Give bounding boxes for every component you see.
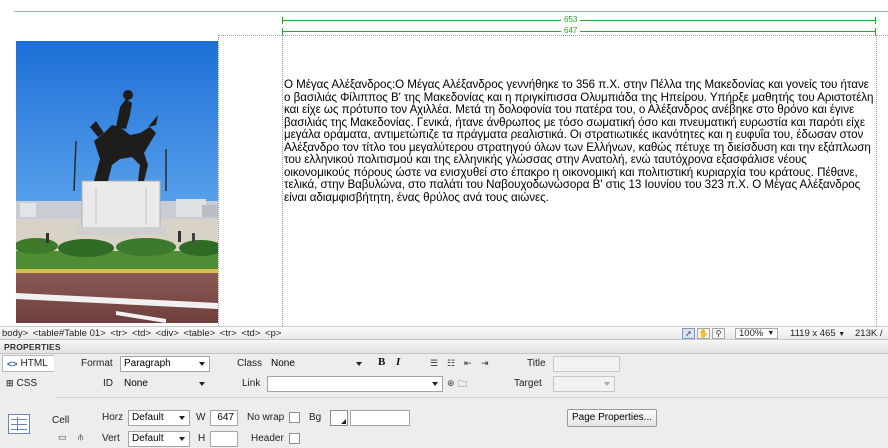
- zoom-tool-icon[interactable]: ⚲: [712, 328, 725, 339]
- ordered-list-icon[interactable]: ☷: [447, 358, 455, 369]
- nowrap-label: No wrap: [247, 412, 285, 423]
- chevron-down-icon: [199, 382, 205, 386]
- tag-td[interactable]: <td>: [132, 328, 151, 339]
- table-border-left: [218, 35, 219, 326]
- vert-select[interactable]: Default: [128, 431, 190, 447]
- hand-tool-icon[interactable]: ✋: [697, 328, 710, 339]
- browse-folder-icon[interactable]: 🗀: [458, 377, 467, 393]
- zoom-value: 100%: [739, 328, 764, 339]
- tag-body[interactable]: body>: [2, 328, 28, 339]
- properties-title: PROPERTIES: [4, 342, 61, 352]
- class-value: None: [271, 358, 295, 369]
- chevron-down-icon: [356, 362, 362, 366]
- view-tools: ➚ ✋ ⚲: [682, 328, 725, 339]
- table-width-value: 653: [561, 15, 581, 24]
- id-select[interactable]: None: [120, 376, 210, 392]
- bg-label: Bg: [309, 412, 322, 423]
- properties-panel: <> HTML ⊞ CSS Format Paragraph Class Non…: [0, 354, 888, 448]
- table-border-top: [218, 35, 888, 36]
- horz-value: Default: [132, 412, 164, 423]
- table-cell-icon: [8, 414, 30, 434]
- horz-label: Horz: [102, 412, 124, 423]
- link-label: Link: [242, 378, 261, 389]
- bg-color-picker[interactable]: [330, 410, 348, 426]
- tab-css-label: CSS: [16, 378, 38, 389]
- tag-td-inner[interactable]: <td>: [241, 328, 260, 339]
- tag-p[interactable]: <p>: [265, 328, 281, 339]
- chevron-down-icon: [179, 437, 185, 441]
- header-checkbox[interactable]: [289, 433, 300, 444]
- tab-html[interactable]: <> HTML: [2, 355, 54, 372]
- width-field[interactable]: 647: [210, 410, 238, 426]
- nowrap-checkbox[interactable]: [289, 412, 300, 423]
- format-select[interactable]: Paragraph: [120, 356, 210, 372]
- w-label: W: [196, 412, 206, 423]
- cell-label: Cell: [52, 415, 70, 426]
- alexander-statue-photo[interactable]: [16, 41, 218, 323]
- target-select[interactable]: [553, 376, 615, 392]
- bold-button[interactable]: B: [378, 356, 385, 368]
- chevron-down-icon: ▼: [767, 330, 775, 337]
- pointer-tool-icon[interactable]: ➚: [682, 328, 695, 339]
- tag-table-01[interactable]: <table#Table 01>: [33, 328, 106, 339]
- window-size-value: 1119 x 465: [790, 328, 836, 339]
- link-field[interactable]: [267, 376, 443, 392]
- class-label: Class: [237, 358, 263, 369]
- format-label: Format: [81, 358, 113, 369]
- cell-border-right: [876, 35, 877, 326]
- format-value: Paragraph: [124, 358, 171, 369]
- css-icon: ⊞: [6, 378, 14, 388]
- window-size[interactable]: 1119 x 465 ▼: [790, 328, 845, 339]
- chevron-down-icon: [432, 382, 438, 386]
- point-to-file-icon[interactable]: ⊕: [447, 378, 455, 389]
- indent-icon[interactable]: ⇥: [481, 358, 489, 369]
- target-label: Target: [514, 378, 542, 389]
- class-select[interactable]: None: [267, 356, 367, 372]
- tag-selector-bar: body> <table#Table 01> <tr> <td> <div> <…: [0, 326, 888, 340]
- bg-color-field[interactable]: [350, 410, 410, 426]
- design-view[interactable]: 653 647 Ο Μέγας Αλέξανδρος:Ο Μέγας Αλέξα…: [0, 0, 888, 326]
- title-label: Title: [527, 358, 546, 369]
- properties-header[interactable]: PROPERTIES: [0, 340, 888, 354]
- chevron-down-icon: [179, 416, 185, 420]
- tag-tr[interactable]: <tr>: [110, 328, 127, 339]
- zoom-select[interactable]: 100% ▼: [735, 328, 779, 339]
- outdent-icon[interactable]: ⇤: [464, 358, 472, 369]
- chevron-down-icon: ▼: [838, 331, 846, 338]
- italic-button[interactable]: I: [396, 356, 400, 368]
- split-cell-icon[interactable]: ⫛: [78, 432, 83, 443]
- page-edge-line: [14, 11, 888, 12]
- title-field[interactable]: [553, 356, 620, 372]
- tag-div[interactable]: <div>: [156, 328, 179, 339]
- id-value: None: [124, 378, 148, 389]
- vert-label: Vert: [102, 433, 120, 444]
- h-label: H: [198, 433, 206, 444]
- page-properties-button[interactable]: Page Properties...: [567, 409, 657, 427]
- tab-html-label: HTML: [20, 358, 48, 369]
- code-brackets-icon: <>: [7, 358, 18, 369]
- panel-divider: [56, 397, 888, 398]
- cell-border-left: [282, 35, 283, 326]
- unordered-list-icon[interactable]: ☰: [430, 358, 438, 369]
- article-paragraph[interactable]: Ο Μέγας Αλέξανδρος:Ο Μέγας Αλέξανδρος γε…: [284, 78, 876, 204]
- tag-table[interactable]: <table>: [183, 328, 215, 339]
- horz-select[interactable]: Default: [128, 410, 190, 426]
- height-field[interactable]: [210, 431, 238, 447]
- cell-width-value: 647: [561, 26, 581, 35]
- tag-tr-inner[interactable]: <tr>: [220, 328, 237, 339]
- chevron-down-icon: [604, 382, 610, 386]
- id-label: ID: [103, 378, 113, 389]
- vert-value: Default: [132, 433, 164, 444]
- tag-path: body> <table#Table 01> <tr> <td> <div> <…: [2, 328, 283, 339]
- header-label: Header: [251, 433, 284, 444]
- download-size: 213K /: [855, 328, 883, 339]
- tab-css[interactable]: ⊞ CSS: [2, 375, 54, 392]
- merge-cells-icon[interactable]: ▭: [58, 432, 67, 443]
- chevron-down-icon: [199, 362, 205, 366]
